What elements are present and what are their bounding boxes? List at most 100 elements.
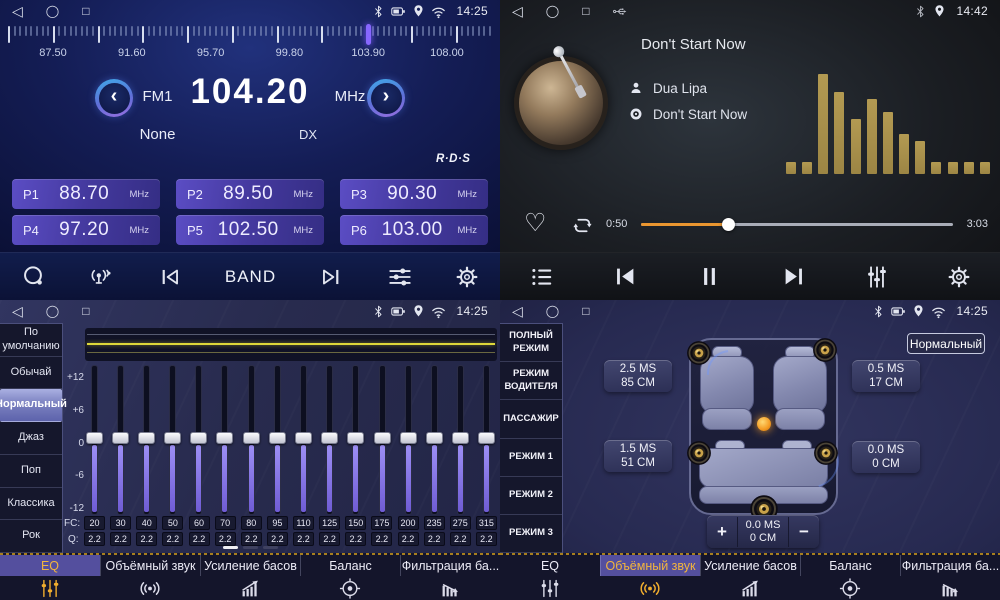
q-value[interactable]: 2.2 bbox=[293, 532, 314, 546]
tab-balance[interactable]: Баланс bbox=[300, 555, 400, 600]
scan-button[interactable] bbox=[21, 264, 46, 289]
repeat-button[interactable] bbox=[570, 213, 595, 238]
q-value[interactable]: 2.2 bbox=[110, 532, 131, 546]
delay-decrease-button[interactable]: − bbox=[789, 522, 819, 542]
slider-handle[interactable] bbox=[478, 432, 495, 444]
listening-mode-item[interactable]: ПОЛНЫЙ РЕЖИМ bbox=[500, 324, 562, 362]
fc-value[interactable]: 30 bbox=[110, 516, 131, 530]
fc-value[interactable]: 40 bbox=[136, 516, 157, 530]
fc-value[interactable]: 150 bbox=[345, 516, 366, 530]
slider-handle[interactable] bbox=[321, 432, 338, 444]
radio-preset-button[interactable]: P497.20MHz bbox=[12, 215, 160, 245]
eq-band-slider[interactable] bbox=[398, 365, 418, 515]
seek-bar-thumb[interactable] bbox=[722, 218, 735, 231]
slider-handle[interactable] bbox=[243, 432, 260, 444]
rear-left-speaker-icon[interactable] bbox=[686, 440, 712, 466]
eq-band-slider[interactable] bbox=[136, 365, 156, 515]
fc-value[interactable]: 200 bbox=[398, 516, 419, 530]
q-value[interactable]: 2.2 bbox=[84, 532, 105, 546]
tune-down-button[interactable]: ‹ bbox=[95, 79, 133, 117]
radio-preset-button[interactable]: P390.30MHz bbox=[340, 179, 488, 209]
slider-handle[interactable] bbox=[190, 432, 207, 444]
fc-value[interactable]: 175 bbox=[371, 516, 392, 530]
radio-preset-button[interactable]: P6103.00MHz bbox=[340, 215, 488, 245]
slider-handle[interactable] bbox=[112, 432, 129, 444]
radio-preset-button[interactable]: P289.50MHz bbox=[176, 179, 324, 209]
nav-recents-icon[interactable]: □ bbox=[582, 0, 589, 22]
sound-profile-button[interactable]: Нормальный bbox=[907, 333, 985, 354]
tab-eq[interactable]: EQ bbox=[0, 555, 100, 600]
favorite-button[interactable]: ♡ bbox=[524, 209, 546, 237]
slider-handle[interactable] bbox=[86, 432, 103, 444]
front-left-delay-button[interactable]: 2.5 MS 85 CM bbox=[604, 360, 672, 392]
slider-handle[interactable] bbox=[452, 432, 469, 444]
slider-handle[interactable] bbox=[400, 432, 417, 444]
fc-value[interactable]: 125 bbox=[319, 516, 340, 530]
slider-handle[interactable] bbox=[269, 432, 286, 444]
eq-band-slider[interactable] bbox=[372, 365, 392, 515]
eq-band-slider[interactable] bbox=[84, 365, 104, 515]
fc-value[interactable]: 95 bbox=[267, 516, 288, 530]
slider-handle[interactable] bbox=[216, 432, 233, 444]
band-page-dash[interactable] bbox=[223, 546, 238, 549]
eq-band-slider[interactable] bbox=[424, 365, 444, 515]
tab-filter[interactable]: Фильтрация ба... bbox=[400, 555, 500, 600]
q-value[interactable]: 2.2 bbox=[162, 532, 183, 546]
nav-recents-icon[interactable]: □ bbox=[82, 300, 89, 322]
eq-preset-item[interactable]: Обычай bbox=[0, 357, 62, 390]
fc-value[interactable]: 20 bbox=[84, 516, 105, 530]
band-page-dash[interactable] bbox=[243, 546, 258, 549]
slider-handle[interactable] bbox=[295, 432, 312, 444]
front-right-delay-button[interactable]: 0.5 MS 17 CM bbox=[852, 360, 920, 392]
q-value[interactable]: 2.2 bbox=[189, 532, 210, 546]
seek-bar[interactable] bbox=[641, 223, 953, 226]
q-value[interactable]: 2.2 bbox=[345, 532, 366, 546]
band-button[interactable]: BAND bbox=[225, 267, 276, 287]
eq-preset-item[interactable]: Нормальный bbox=[0, 389, 62, 422]
tab-balance[interactable]: Баланс bbox=[800, 555, 900, 600]
nav-back-icon[interactable]: ◁ bbox=[12, 300, 23, 322]
q-value[interactable]: 2.2 bbox=[267, 532, 288, 546]
tab-bass-boost[interactable]: Усиление басов bbox=[200, 555, 300, 600]
listening-position-dot[interactable] bbox=[757, 417, 771, 431]
tab-eq[interactable]: EQ bbox=[500, 555, 600, 600]
pause-button[interactable] bbox=[696, 263, 723, 290]
slider-handle[interactable] bbox=[138, 432, 155, 444]
settings-button[interactable] bbox=[455, 265, 479, 289]
previous-track-button[interactable] bbox=[612, 263, 639, 290]
eq-preset-item[interactable]: Рок bbox=[0, 520, 62, 553]
eq-preset-item[interactable]: Поп bbox=[0, 455, 62, 488]
eq-band-slider[interactable] bbox=[346, 365, 366, 515]
listening-mode-item[interactable]: РЕЖИМ ВОДИТЕЛЯ bbox=[500, 362, 562, 400]
q-value[interactable]: 2.2 bbox=[319, 532, 340, 546]
slider-handle[interactable] bbox=[347, 432, 364, 444]
radio-preset-button[interactable]: P188.70MHz bbox=[12, 179, 160, 209]
eq-band-slider[interactable] bbox=[241, 365, 261, 515]
rear-right-delay-button[interactable]: 0.0 MS 0 CM bbox=[852, 441, 920, 473]
tab-bass-boost[interactable]: Усиление басов bbox=[700, 555, 800, 600]
fc-value[interactable]: 80 bbox=[241, 516, 262, 530]
q-value[interactable]: 2.2 bbox=[450, 532, 471, 546]
fc-value[interactable]: 235 bbox=[424, 516, 445, 530]
nav-recents-icon[interactable]: □ bbox=[82, 0, 89, 22]
fc-value[interactable]: 275 bbox=[450, 516, 471, 530]
listening-mode-item[interactable]: РЕЖИМ 3 bbox=[500, 515, 562, 553]
previous-station-button[interactable] bbox=[157, 264, 183, 290]
next-track-button[interactable] bbox=[780, 263, 807, 290]
nav-back-icon[interactable]: ◁ bbox=[12, 0, 23, 22]
band-page-dash[interactable] bbox=[263, 546, 278, 549]
eq-preset-item[interactable]: Джаз bbox=[0, 422, 62, 455]
playlist-button[interactable] bbox=[529, 264, 555, 290]
fc-value[interactable]: 110 bbox=[293, 516, 314, 530]
q-value[interactable]: 2.2 bbox=[136, 532, 157, 546]
nav-home-icon[interactable]: ◯ bbox=[546, 0, 559, 22]
eq-preset-item[interactable]: Классика bbox=[0, 488, 62, 521]
nav-home-icon[interactable]: ◯ bbox=[546, 300, 559, 322]
tab-surround[interactable]: Объёмный звук bbox=[600, 555, 700, 600]
nav-home-icon[interactable]: ◯ bbox=[46, 0, 59, 22]
q-value[interactable]: 2.2 bbox=[241, 532, 262, 546]
radio-preset-button[interactable]: P5102.50MHz bbox=[176, 215, 324, 245]
front-left-speaker-icon[interactable] bbox=[686, 340, 712, 366]
equalizer-button[interactable] bbox=[387, 264, 413, 290]
nav-recents-icon[interactable]: □ bbox=[582, 300, 589, 322]
